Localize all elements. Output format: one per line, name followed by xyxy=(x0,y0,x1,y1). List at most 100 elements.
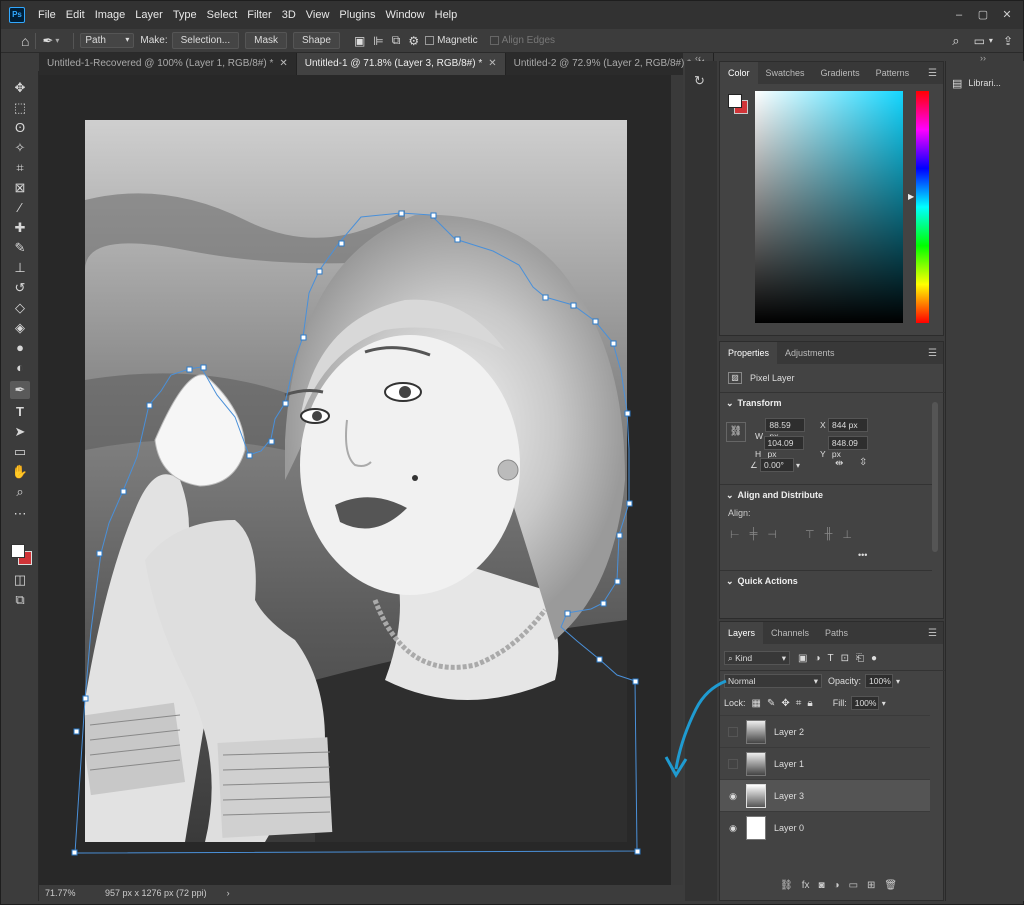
pen-tool-icon[interactable]: ✒ xyxy=(10,381,30,399)
tab-color[interactable]: Color xyxy=(720,62,758,84)
menu-type[interactable]: Type xyxy=(168,9,202,21)
pen-mode-select[interactable]: Path ▾ xyxy=(80,33,135,48)
layer-row[interactable]: ◉ Layer 3 xyxy=(720,779,930,811)
zoom-tool-icon[interactable]: ⌕ xyxy=(10,483,30,501)
chevron-down-icon[interactable]: ⌄ xyxy=(726,576,734,586)
tab-document-2[interactable]: Untitled-1 @ 71.8% (Layer 3, RGB/8#) * ✕ xyxy=(296,53,506,75)
menu-image[interactable]: Image xyxy=(90,9,131,21)
color-field[interactable] xyxy=(755,91,903,323)
screen-mode-icon[interactable]: ⧉ xyxy=(10,591,30,609)
home-icon[interactable]: ⌂ xyxy=(21,33,29,49)
panel-menu-icon[interactable]: ☰ xyxy=(928,628,937,639)
filter-shape-icon[interactable]: ⊡ xyxy=(841,653,849,664)
history-panel-icon[interactable]: ↻ xyxy=(694,73,705,89)
tab-channels[interactable]: Channels xyxy=(763,622,817,644)
chevron-down-icon[interactable]: ⌄ xyxy=(726,398,734,408)
close-icon[interactable]: ✕ xyxy=(279,58,287,69)
menu-plugins[interactable]: Plugins xyxy=(334,9,380,21)
brush-tool-icon[interactable]: ✎ xyxy=(10,239,30,257)
filter-pixel-icon[interactable]: ▣ xyxy=(798,653,807,664)
path-selection-tool-icon[interactable]: ➤ xyxy=(10,423,30,441)
adjustment-layer-icon[interactable]: ◑ xyxy=(834,880,840,891)
chevron-down-icon[interactable]: ⌄ xyxy=(726,490,734,500)
opacity-field[interactable]: 100% xyxy=(865,674,894,688)
gear-icon[interactable]: ⚙ xyxy=(408,34,419,48)
hue-slider-handle-icon[interactable]: ▶ xyxy=(908,192,914,201)
make-mask-button[interactable]: Mask xyxy=(245,32,288,49)
filter-toggle-icon[interactable]: ● xyxy=(871,653,877,664)
width-field[interactable]: 88.59 px xyxy=(765,418,806,441)
angle-field[interactable]: 0.00° xyxy=(760,458,794,472)
close-window-button[interactable]: ✕ xyxy=(995,7,1019,23)
lock-all-icon[interactable]: 🔒︎ xyxy=(807,698,812,709)
align-center-h-icon[interactable]: ╪ xyxy=(750,528,758,541)
tab-patterns[interactable]: Patterns xyxy=(868,62,918,84)
menu-select[interactable]: Select xyxy=(202,9,243,21)
dodge-tool-icon[interactable]: ◐ xyxy=(10,359,30,377)
align-section-title[interactable]: Align and Distribute xyxy=(738,490,824,500)
menu-help[interactable]: Help xyxy=(430,9,463,21)
tab-gradients[interactable]: Gradients xyxy=(813,62,868,84)
quick-actions-title[interactable]: Quick Actions xyxy=(738,576,798,586)
layer-name[interactable]: Layer 3 xyxy=(774,791,804,801)
menu-filter[interactable]: Filter xyxy=(242,9,276,21)
search-icon[interactable]: ⌕ xyxy=(952,33,959,49)
new-layer-icon[interactable]: ⊞ xyxy=(867,880,875,891)
tab-swatches[interactable]: Swatches xyxy=(758,62,813,84)
status-chevron-icon[interactable]: › xyxy=(227,888,230,898)
link-dimensions-icon[interactable]: ⛓ xyxy=(726,422,746,442)
tab-layers[interactable]: Layers xyxy=(720,622,764,644)
path-alignment-icon[interactable]: ⊫ xyxy=(373,34,383,48)
eye-icon[interactable]: ◉ xyxy=(727,790,739,802)
move-tool-icon[interactable]: ✥ xyxy=(10,79,30,97)
layer-row[interactable]: Layer 2 xyxy=(720,715,930,747)
trash-icon[interactable]: 🗑︎ xyxy=(884,880,897,891)
align-right-icon[interactable]: ⊣ xyxy=(767,528,777,541)
align-edges-checkbox[interactable] xyxy=(489,36,499,45)
tab-document-1[interactable]: Untitled-1-Recovered @ 100% (Layer 1, RG… xyxy=(39,53,297,75)
path-arrangement-icon[interactable]: ⧉ xyxy=(392,33,401,48)
magnetic-checkbox[interactable] xyxy=(425,36,435,45)
tab-adjustments[interactable]: Adjustments xyxy=(777,342,843,364)
clone-stamp-tool-icon[interactable]: ⊥ xyxy=(10,259,30,277)
layer-name[interactable]: Layer 2 xyxy=(774,727,804,737)
more-tools-icon[interactable]: ⋯ xyxy=(10,505,30,523)
foreground-color-swatch[interactable] xyxy=(11,544,25,558)
color-fg-swatch[interactable] xyxy=(728,94,742,108)
panel-menu-icon[interactable]: ☰ xyxy=(928,348,937,359)
lock-artboard-icon[interactable]: ⌗ xyxy=(796,698,802,709)
flip-horizontal-icon[interactable]: ⇹ xyxy=(835,458,843,469)
lock-transparent-icon[interactable]: ▦ xyxy=(752,698,761,709)
libraries-tab[interactable]: ▤ Librari... xyxy=(952,75,1024,91)
path-operations-icon[interactable]: ▣ xyxy=(354,34,365,48)
type-tool-icon[interactable]: T xyxy=(10,403,30,421)
menu-layer[interactable]: Layer xyxy=(130,9,168,21)
filter-adjustment-icon[interactable]: ◑ xyxy=(814,653,820,664)
eye-icon[interactable]: ◉ xyxy=(727,822,739,834)
fill-field[interactable]: 100% xyxy=(850,696,879,710)
align-bottom-icon[interactable]: ⊥ xyxy=(842,528,852,541)
collapse-libraries-icon[interactable]: ›› xyxy=(980,53,986,63)
hue-slider[interactable] xyxy=(916,91,929,323)
filter-type-icon[interactable]: T xyxy=(828,653,834,664)
y-field[interactable]: 848.09 px xyxy=(827,436,868,459)
align-middle-v-icon[interactable]: ╫ xyxy=(825,528,833,541)
pen-path-overlay[interactable] xyxy=(39,75,671,885)
make-shape-button[interactable]: Shape xyxy=(293,32,340,49)
make-selection-button[interactable]: Selection... xyxy=(171,32,240,49)
more-options-icon[interactable]: ••• xyxy=(858,550,867,560)
tab-properties[interactable]: Properties xyxy=(720,342,778,364)
lock-position-icon[interactable]: ✥ xyxy=(781,698,789,709)
minimize-button[interactable]: – xyxy=(947,7,971,23)
align-left-icon[interactable]: ⊢ xyxy=(730,528,740,541)
panel-menu-icon[interactable]: ☰ xyxy=(928,68,937,79)
blur-tool-icon[interactable]: ● xyxy=(10,339,30,357)
layer-name[interactable]: Layer 0 xyxy=(774,823,804,833)
history-brush-tool-icon[interactable]: ↺ xyxy=(10,279,30,297)
zoom-level[interactable]: 71.77% xyxy=(45,888,95,898)
hand-tool-icon[interactable]: ✋ xyxy=(10,463,30,481)
share-icon[interactable]: ⇪ xyxy=(1003,34,1013,48)
crop-tool-icon[interactable]: ⌗ xyxy=(10,159,30,177)
layer-filter-select[interactable]: ⌕ Kind ▾ xyxy=(724,651,790,665)
menu-3d[interactable]: 3D xyxy=(277,9,301,21)
